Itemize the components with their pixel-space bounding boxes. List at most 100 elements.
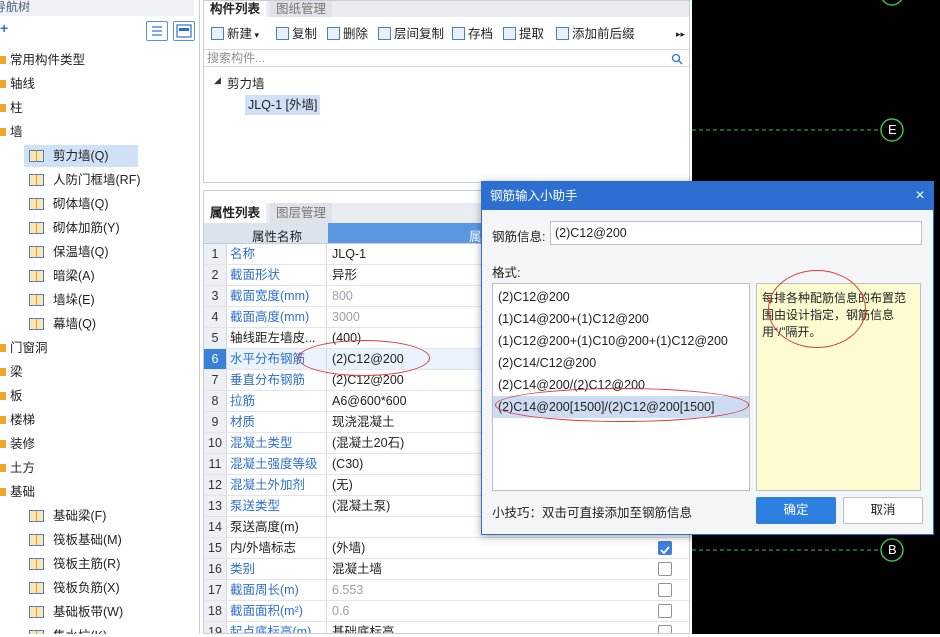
nav-child-item[interactable]: 墙垛(E)	[0, 288, 199, 312]
new-button[interactable]: 新建 ▾	[211, 19, 259, 49]
rebar-info-input[interactable]: (2)C12@200	[550, 221, 922, 245]
toolbar-label: 复制	[292, 27, 318, 41]
tab-property-list[interactable]: 属性列表	[204, 203, 267, 223]
ok-button[interactable]: 确定	[756, 497, 836, 524]
property-value[interactable]: 混凝土墙	[328, 559, 648, 579]
row-number: 13	[204, 496, 227, 516]
dropdown-arrow-icon[interactable]: ▾	[252, 30, 260, 40]
property-row[interactable]: 15 内/外墙标志 (外墙)	[204, 538, 689, 559]
property-value[interactable]: 0.6	[328, 601, 648, 621]
toolbar-more-icon[interactable]: ▸▸	[676, 19, 685, 49]
format-item[interactable]: (1)C12@200+(1)C10@200+(1)C12@200	[493, 330, 749, 352]
nav-child-item[interactable]: 基础梁(F)	[0, 504, 199, 528]
toolbar-label: 提取	[519, 27, 545, 41]
nav-category[interactable]: 装修	[0, 432, 199, 456]
folder-icon	[0, 344, 6, 352]
format-item[interactable]: (2)C14@200/(2)C12@200	[493, 374, 749, 396]
extract-button[interactable]: 提取	[503, 19, 544, 49]
property-value[interactable]: 基础底标高	[328, 622, 648, 633]
nav-category[interactable]: 板	[0, 384, 199, 408]
component-search-input[interactable]: 搜索构件...	[204, 49, 689, 67]
tab-layer-management[interactable]: 图层管理	[270, 203, 333, 223]
checkbox[interactable]	[658, 604, 672, 618]
copy-between-floors-button[interactable]: 层间复制	[378, 19, 444, 49]
row-number: 11	[204, 454, 227, 474]
format-list[interactable]: (2)C12@200 (1)C14@200+(1)C12@200 (1)C12@20…	[492, 283, 750, 491]
nav-category[interactable]: 常用构件类型	[0, 48, 199, 72]
icon-view-button[interactable]	[173, 21, 195, 41]
raft-negative-rebar-icon	[28, 580, 45, 596]
nav-category[interactable]: 楼梯	[0, 408, 199, 432]
nav-child-item[interactable]: 剪力墙(Q)	[0, 144, 199, 168]
delete-button[interactable]: 删除	[327, 19, 368, 49]
copy-button[interactable]: 复制	[276, 19, 317, 49]
nav-category[interactable]: 门窗洞	[0, 336, 199, 360]
tree-item-jlq1[interactable]: JLQ-1 [外墙]	[245, 95, 321, 115]
row-number: 1	[204, 244, 227, 264]
property-value[interactable]: (外墙)	[328, 538, 648, 558]
cancel-button[interactable]: 取消	[843, 497, 923, 524]
property-name: 截面宽度(mm)	[227, 286, 327, 306]
raft-main-rebar-icon	[28, 556, 45, 572]
toolbar-label: 删除	[343, 27, 369, 41]
nav-category[interactable]: 轴线	[0, 72, 199, 96]
nav-category[interactable]: 柱	[0, 96, 199, 120]
add-prefix-suffix-icon	[556, 27, 569, 40]
checkbox[interactable]	[658, 583, 672, 597]
foundation-strip-icon	[28, 604, 45, 620]
nav-child-item[interactable]: 暗梁(A)	[0, 264, 199, 288]
nav-child-item[interactable]: 砌体墙(Q)	[0, 192, 199, 216]
nav-category-label: 装修	[10, 437, 36, 451]
nav-child-item[interactable]: 筏板基础(M)	[0, 528, 199, 552]
property-row[interactable]: 17 截面周长(m) 6.553	[204, 580, 689, 601]
nav-child-item[interactable]: 筏板主筋(R)	[0, 552, 199, 576]
nav-category[interactable]: 土方	[0, 456, 199, 480]
property-row[interactable]: 18 截面面积(m²) 0.6	[204, 601, 689, 622]
collapse-triangle-icon[interactable]: ◢	[214, 75, 221, 86]
nav-child-item[interactable]: 保温墙(Q)	[0, 240, 199, 264]
tab-component-list[interactable]: 构件列表	[204, 1, 267, 17]
axis-label-b: B	[888, 542, 897, 557]
checkbox[interactable]	[658, 625, 672, 633]
property-value[interactable]: 6.553	[328, 580, 648, 600]
format-item[interactable]: (2)C14@200[1500]/(2)C12@200[1500]	[493, 396, 749, 418]
nav-category-label: 楼梯	[10, 413, 36, 427]
search-icon[interactable]	[671, 53, 683, 65]
checkbox[interactable]	[658, 562, 672, 576]
insulation-wall-icon	[28, 244, 45, 260]
nav-child-item[interactable]: 幕墙(Q)	[0, 312, 199, 336]
nav-child-item[interactable]: 筏板负筋(X)	[0, 576, 199, 600]
archive-button[interactable]: 存档	[452, 19, 493, 49]
property-name: 混凝土类型	[227, 433, 327, 453]
row-number: 18	[204, 601, 227, 621]
masonry-wall-icon	[28, 196, 45, 212]
archive-icon	[452, 27, 465, 40]
tab-drawing-management[interactable]: 图纸管理	[270, 1, 333, 17]
list-view-button[interactable]	[146, 21, 168, 41]
nav-child-item[interactable]: 砌体加筋(Y)	[0, 216, 199, 240]
add-icon[interactable]: +	[0, 20, 8, 36]
format-item[interactable]: (2)C14/C12@200	[493, 352, 749, 374]
nav-category[interactable]: 墙	[0, 120, 199, 144]
nav-child-item[interactable]: 集水坑(K)	[0, 624, 199, 634]
component-list-panel: 构件列表 图纸管理 新建 ▾ 复制 删除 层间复制 存档 提取 添加前后缀 ▸▸ 搜索构件..…	[203, 0, 690, 183]
nav-child-item[interactable]: 人防门框墙(RF)	[0, 168, 199, 192]
folder-icon	[0, 128, 6, 136]
folder-icon	[0, 56, 6, 64]
nav-category[interactable]: 基础	[0, 480, 199, 504]
nav-child-label: 剪力墙(Q)	[53, 149, 109, 163]
row-number: 17	[204, 580, 227, 600]
nav-category[interactable]: 梁	[0, 360, 199, 384]
tree-parent-shear-wall[interactable]: 剪力墙	[227, 73, 265, 92]
property-row[interactable]: 16 类别 混凝土墙	[204, 559, 689, 580]
format-item[interactable]: (2)C12@200	[493, 286, 749, 308]
checkbox[interactable]	[658, 541, 672, 555]
nav-category-label: 门窗洞	[10, 341, 48, 355]
property-row[interactable]: 19 起点底标高(m) 基础底标高	[204, 622, 689, 633]
folder-icon	[0, 464, 6, 472]
folder-icon	[0, 368, 6, 376]
close-icon[interactable]: ×	[908, 182, 932, 210]
add-prefix-suffix-button[interactable]: 添加前后缀	[556, 19, 635, 49]
format-item[interactable]: (1)C14@200+(1)C12@200	[493, 308, 749, 330]
nav-child-item[interactable]: 基础板带(W)	[0, 600, 199, 624]
